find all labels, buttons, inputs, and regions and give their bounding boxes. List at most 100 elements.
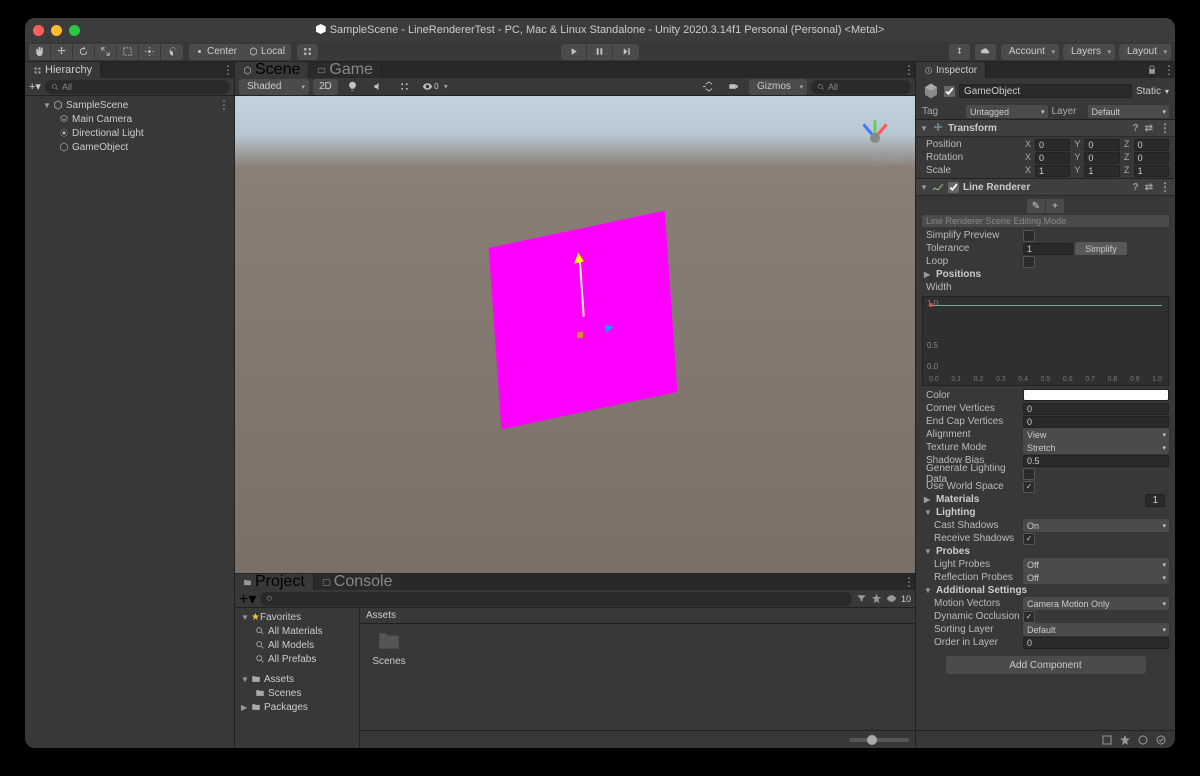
camera-icon[interactable] bbox=[723, 79, 745, 95]
rot-y-field[interactable]: 0 bbox=[1084, 152, 1119, 164]
gen-lighting-checkbox[interactable] bbox=[1023, 468, 1035, 480]
light-probes-dropdown[interactable]: Off bbox=[1023, 558, 1169, 571]
line-renderer-header[interactable]: ▼ Line Renderer ?⇄⋮ bbox=[916, 178, 1175, 196]
favorite-item[interactable]: All Models bbox=[235, 638, 359, 652]
project-grid[interactable]: Scenes bbox=[360, 624, 915, 730]
rect-tool[interactable] bbox=[117, 44, 139, 60]
cloud-icon[interactable] bbox=[975, 44, 997, 60]
rot-x-field[interactable]: 0 bbox=[1035, 152, 1070, 164]
project-menu-icon[interactable]: ⋮ bbox=[903, 576, 915, 588]
simplify-button[interactable]: Simplify bbox=[1075, 242, 1127, 255]
footer-icon-4[interactable] bbox=[1155, 734, 1167, 746]
additional-section[interactable]: ▼Additional Settings bbox=[916, 584, 1175, 597]
minimize-icon[interactable] bbox=[51, 25, 62, 36]
dynamic-occlusion-checkbox[interactable]: ✓ bbox=[1023, 611, 1035, 623]
rotate-tool[interactable] bbox=[73, 44, 95, 60]
layer-dropdown[interactable]: Default bbox=[1088, 105, 1170, 118]
audio-icon[interactable] bbox=[368, 79, 390, 95]
corner-vertices-field[interactable]: 0 bbox=[1023, 403, 1169, 415]
add-points-button[interactable]: + bbox=[1046, 199, 1064, 213]
breadcrumb[interactable]: Assets bbox=[360, 608, 915, 624]
y-axis-gizmo[interactable] bbox=[573, 246, 584, 263]
thumbnail-slider[interactable] bbox=[849, 738, 909, 742]
color-gradient-field[interactable] bbox=[1023, 389, 1169, 401]
hierarchy-item[interactable]: Directional Light bbox=[25, 126, 234, 140]
pos-z-field[interactable]: 0 bbox=[1134, 139, 1169, 151]
layout-dropdown[interactable]: Layout bbox=[1119, 44, 1171, 60]
transform-component-header[interactable]: ▼ Transform ?⇄⋮ bbox=[916, 119, 1175, 137]
assets-folder[interactable]: ▼ Assets bbox=[235, 672, 359, 686]
width-curve-graph[interactable]: 1.0 0.5 0.0 0.00.10.20.30.40.50.60.70.80… bbox=[922, 296, 1169, 386]
project-search[interactable] bbox=[260, 592, 852, 606]
add-dropdown[interactable]: +▾ bbox=[29, 80, 41, 93]
play-button[interactable] bbox=[561, 44, 587, 60]
perspective-label[interactable]: ◂ Persp bbox=[874, 154, 905, 165]
scene-viewport[interactable]: ◂ Persp bbox=[235, 96, 915, 573]
favorite-item[interactable]: All Materials bbox=[235, 624, 359, 638]
favorite-item[interactable]: All Prefabs bbox=[235, 652, 359, 666]
local-toggle[interactable]: Local bbox=[243, 44, 291, 60]
edit-points-button[interactable]: ✎ bbox=[1027, 199, 1045, 213]
snap-toggle[interactable] bbox=[297, 44, 318, 60]
packages-folder[interactable]: ▶ Packages bbox=[235, 700, 359, 714]
component-menu-icon[interactable]: ⋮ bbox=[1159, 122, 1171, 134]
pause-button[interactable] bbox=[587, 44, 613, 60]
gameobject-name-field[interactable]: GameObject bbox=[959, 84, 1132, 98]
transform-tool[interactable] bbox=[139, 44, 161, 60]
scale-tool[interactable] bbox=[95, 44, 117, 60]
fx-icon[interactable] bbox=[394, 79, 416, 95]
scl-x-field[interactable]: 1 bbox=[1035, 165, 1070, 177]
texture-mode-dropdown[interactable]: Stretch bbox=[1023, 441, 1169, 454]
tools-icon[interactable] bbox=[697, 79, 719, 95]
gizmo-center[interactable] bbox=[577, 331, 583, 338]
component-menu-icon[interactable]: ⋮ bbox=[1159, 181, 1171, 193]
footer-icon-3[interactable] bbox=[1137, 734, 1149, 746]
inspector-tab[interactable]: Inspector bbox=[916, 62, 986, 78]
layers-dropdown[interactable]: Layers bbox=[1063, 44, 1115, 60]
loop-checkbox[interactable] bbox=[1023, 256, 1035, 268]
hidden-icon[interactable]: 0 bbox=[420, 79, 442, 95]
filter-icon[interactable] bbox=[856, 593, 867, 604]
hierarchy-item[interactable]: GameObject bbox=[25, 140, 234, 154]
favorites-folder[interactable]: ▼★ Favorites bbox=[235, 610, 359, 624]
lighting-icon[interactable] bbox=[342, 79, 364, 95]
x-axis-gizmo[interactable] bbox=[605, 322, 617, 333]
use-world-checkbox[interactable]: ✓ bbox=[1023, 481, 1035, 493]
account-dropdown[interactable]: Account bbox=[1001, 44, 1059, 60]
pos-y-field[interactable]: 0 bbox=[1084, 139, 1119, 151]
alignment-dropdown[interactable]: View bbox=[1023, 428, 1169, 441]
gizmo-center-icon[interactable] bbox=[870, 133, 880, 143]
endcap-field[interactable]: 0 bbox=[1023, 416, 1169, 428]
step-button[interactable] bbox=[613, 44, 639, 60]
game-tab[interactable]: Game bbox=[309, 62, 382, 78]
rot-z-field[interactable]: 0 bbox=[1134, 152, 1169, 164]
shading-dropdown[interactable]: Shaded bbox=[239, 79, 309, 95]
lighting-section[interactable]: ▼Lighting bbox=[916, 506, 1175, 519]
scene-search[interactable]: All bbox=[811, 80, 911, 94]
sorting-layer-dropdown[interactable]: Default bbox=[1023, 623, 1169, 636]
help-icon[interactable]: ? bbox=[1133, 182, 1139, 193]
shadow-bias-field[interactable]: 0.5 bbox=[1023, 455, 1169, 467]
hierarchy-search[interactable]: All bbox=[45, 80, 230, 94]
collab-icon[interactable] bbox=[949, 44, 971, 60]
inspector-menu-icon[interactable]: ⋮ bbox=[1163, 64, 1175, 76]
center-toggle[interactable]: Center bbox=[189, 44, 243, 60]
positions-section[interactable]: ▶Positions bbox=[916, 268, 1175, 281]
scl-y-field[interactable]: 1 bbox=[1084, 165, 1119, 177]
scene-tab[interactable]: Scene bbox=[235, 62, 309, 78]
scenes-folder[interactable]: Scenes bbox=[235, 686, 359, 700]
footer-icon-1[interactable] bbox=[1101, 734, 1113, 746]
scene-menu-icon[interactable]: ⋮ bbox=[218, 99, 230, 111]
hierarchy-menu-icon[interactable]: ⋮ bbox=[222, 64, 234, 76]
favorite-icon[interactable] bbox=[871, 593, 882, 604]
line-renderer-enabled-checkbox[interactable] bbox=[948, 182, 959, 193]
simplify-preview-checkbox[interactable] bbox=[1023, 230, 1035, 242]
probes-section[interactable]: ▼Probes bbox=[916, 545, 1175, 558]
close-icon[interactable] bbox=[33, 25, 44, 36]
gizmos-dropdown[interactable]: Gizmos bbox=[749, 79, 807, 95]
pos-x-field[interactable]: 0 bbox=[1035, 139, 1070, 151]
receive-shadows-checkbox[interactable]: ✓ bbox=[1023, 533, 1035, 545]
reflection-probes-dropdown[interactable]: Off bbox=[1023, 571, 1169, 584]
footer-icon-2[interactable] bbox=[1119, 734, 1131, 746]
hand-tool[interactable] bbox=[29, 44, 51, 60]
